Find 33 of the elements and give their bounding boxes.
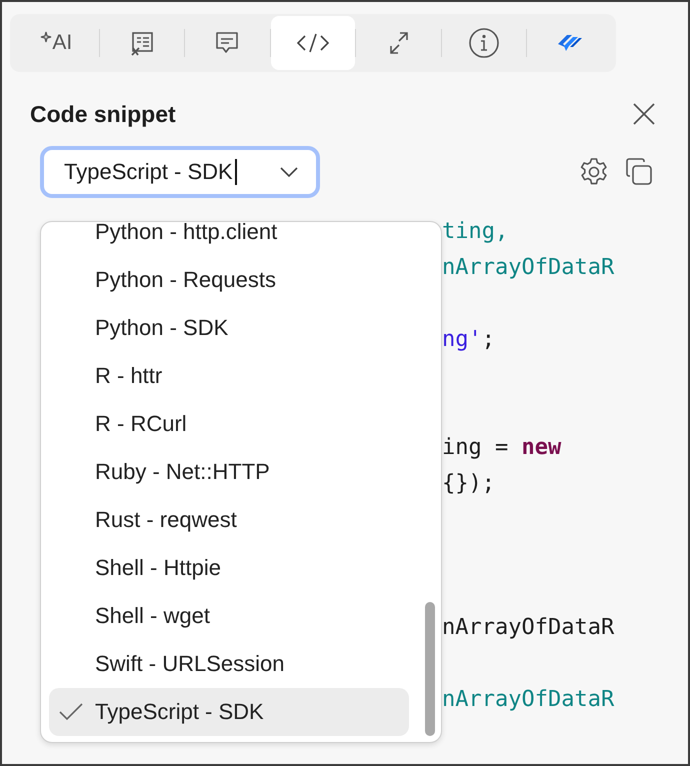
language-option[interactable]: Shell - Httpie: [49, 544, 409, 592]
code-text: nArrayOfDataR: [442, 687, 614, 712]
sparkle-icon: [40, 31, 52, 45]
language-option[interactable]: Python - Requests: [49, 256, 409, 304]
language-option[interactable]: Shell - wget: [49, 592, 409, 640]
code-text: nArrayOfDataR: [442, 615, 614, 640]
language-option[interactable]: Rust - reqwest: [49, 496, 409, 544]
language-option[interactable]: Ruby - Net::HTTP: [49, 448, 409, 496]
code-tab[interactable]: [270, 16, 356, 70]
code-text: {});: [442, 471, 495, 496]
language-select[interactable]: TypeScript - SDK: [40, 146, 320, 198]
chevron-down-icon: [280, 167, 298, 177]
code-text: ;: [482, 327, 495, 352]
language-option[interactable]: R - RCurl: [49, 400, 409, 448]
code-text: ng': [442, 327, 482, 352]
scrollbar-thumb[interactable]: [425, 602, 435, 736]
checkmark-icon: [59, 703, 83, 721]
language-option[interactable]: Swift - URLSession: [49, 640, 409, 688]
language-option[interactable]: TypeScript - SDK: [49, 688, 409, 736]
ai-tab[interactable]: AI: [14, 16, 99, 70]
code-text: ting,: [442, 219, 508, 244]
code-text: nArrayOfDataR: [442, 255, 614, 280]
language-option[interactable]: Python - SDK: [49, 304, 409, 352]
close-icon: [632, 102, 656, 126]
copy-icon: [624, 157, 654, 187]
copy-button[interactable]: [624, 157, 654, 187]
language-option[interactable]: Python - http.client: [49, 222, 409, 256]
code-text: ing =: [442, 435, 510, 460]
info-icon: [468, 27, 500, 59]
panel-title: Code snippet: [30, 100, 176, 128]
code-text: new: [521, 435, 562, 460]
code-icon: [296, 31, 330, 55]
language-option[interactable]: R - httr: [49, 352, 409, 400]
